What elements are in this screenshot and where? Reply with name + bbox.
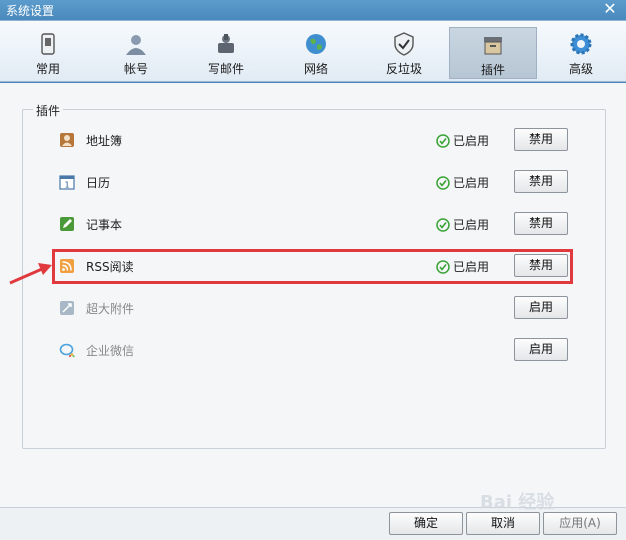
plugin-row-address-book: 地址簿 已启用 禁用 <box>0 124 626 156</box>
title-bar: 系统设置 ✕ <box>0 0 626 20</box>
address-book-icon <box>60 133 74 147</box>
tab-label: 插件 <box>480 63 505 77</box>
tab-label: 帐号 <box>123 62 148 76</box>
plugin-row-large-attachment: 超大附件 启用 <box>0 292 626 324</box>
tab-antispam[interactable]: 反垃圾 <box>360 27 448 79</box>
apply-button[interactable]: 应用(A) <box>543 512 617 535</box>
shield-icon <box>394 32 414 56</box>
plugin-status: 已启用 <box>436 216 489 233</box>
tab-plugins[interactable]: 插件 <box>449 27 537 79</box>
user-icon <box>126 35 146 55</box>
cancel-button[interactable]: 取消 <box>466 512 540 535</box>
plugin-row-rss: RSS阅读 已启用 禁用 <box>0 250 626 282</box>
disable-button[interactable]: 禁用 <box>514 170 568 193</box>
plugin-name: 记事本 <box>86 218 123 232</box>
compose-mail-icon <box>218 34 234 53</box>
svg-text:1: 1 <box>64 181 69 190</box>
plugin-name: 超大附件 <box>86 302 135 316</box>
tab-network[interactable]: 网络 <box>272 27 360 79</box>
tab-advanced[interactable]: 高级 <box>537 27 625 79</box>
wecom-icon <box>59 343 75 358</box>
disable-button[interactable]: 禁用 <box>514 212 568 235</box>
phone-icon <box>41 33 55 55</box>
check-circle-icon <box>436 260 450 274</box>
close-icon[interactable]: ✕ <box>602 0 618 18</box>
plugin-status: 已启用 <box>436 258 489 275</box>
tab-label: 常用 <box>35 62 60 76</box>
calendar-icon: 1 <box>59 175 75 190</box>
tab-compose[interactable]: 写邮件 <box>182 27 270 79</box>
gear-icon <box>570 33 592 55</box>
tab-label: 反垃圾 <box>385 62 422 76</box>
settings-tabbar: 常用 帐号 写邮件 网络 反垃圾 插件 高级 <box>0 20 626 82</box>
dialog-footer: 确定 取消 应用(A) <box>0 507 626 540</box>
plugin-name: RSS阅读 <box>86 260 134 274</box>
tab-label: 高级 <box>568 62 593 76</box>
plugin-status: 已启用 <box>436 132 489 149</box>
globe-icon <box>306 34 326 54</box>
enable-button[interactable]: 启用 <box>514 296 568 319</box>
notepad-icon <box>60 217 74 231</box>
tab-account[interactable]: 帐号 <box>92 27 180 79</box>
check-circle-icon <box>436 134 450 148</box>
check-circle-icon <box>436 176 450 190</box>
pointer-arrow-icon <box>9 263 52 285</box>
plugin-name: 地址簿 <box>86 134 123 148</box>
plugin-box-icon <box>484 37 502 55</box>
plugin-row-calendar: 1 日历 已启用 禁用 <box>0 166 626 198</box>
tab-label: 写邮件 <box>207 62 244 76</box>
plugin-row-notepad: 记事本 已启用 禁用 <box>0 208 626 240</box>
window-title: 系统设置 <box>6 4 55 18</box>
plugin-name: 日历 <box>86 176 111 190</box>
group-title: 插件 <box>33 102 64 119</box>
rss-icon <box>60 259 74 273</box>
tab-general[interactable]: 常用 <box>4 27 92 79</box>
ok-button[interactable]: 确定 <box>389 512 463 535</box>
plugin-row-wecom: 企业微信 启用 <box>0 334 626 366</box>
disable-button[interactable]: 禁用 <box>514 128 568 151</box>
plugin-name: 企业微信 <box>86 344 135 358</box>
disable-button[interactable]: 禁用 <box>514 254 568 277</box>
tab-label: 网络 <box>303 62 328 76</box>
large-attachment-icon <box>60 301 74 315</box>
enable-button[interactable]: 启用 <box>514 338 568 361</box>
check-circle-icon <box>436 218 450 232</box>
plugin-status: 已启用 <box>436 174 489 191</box>
